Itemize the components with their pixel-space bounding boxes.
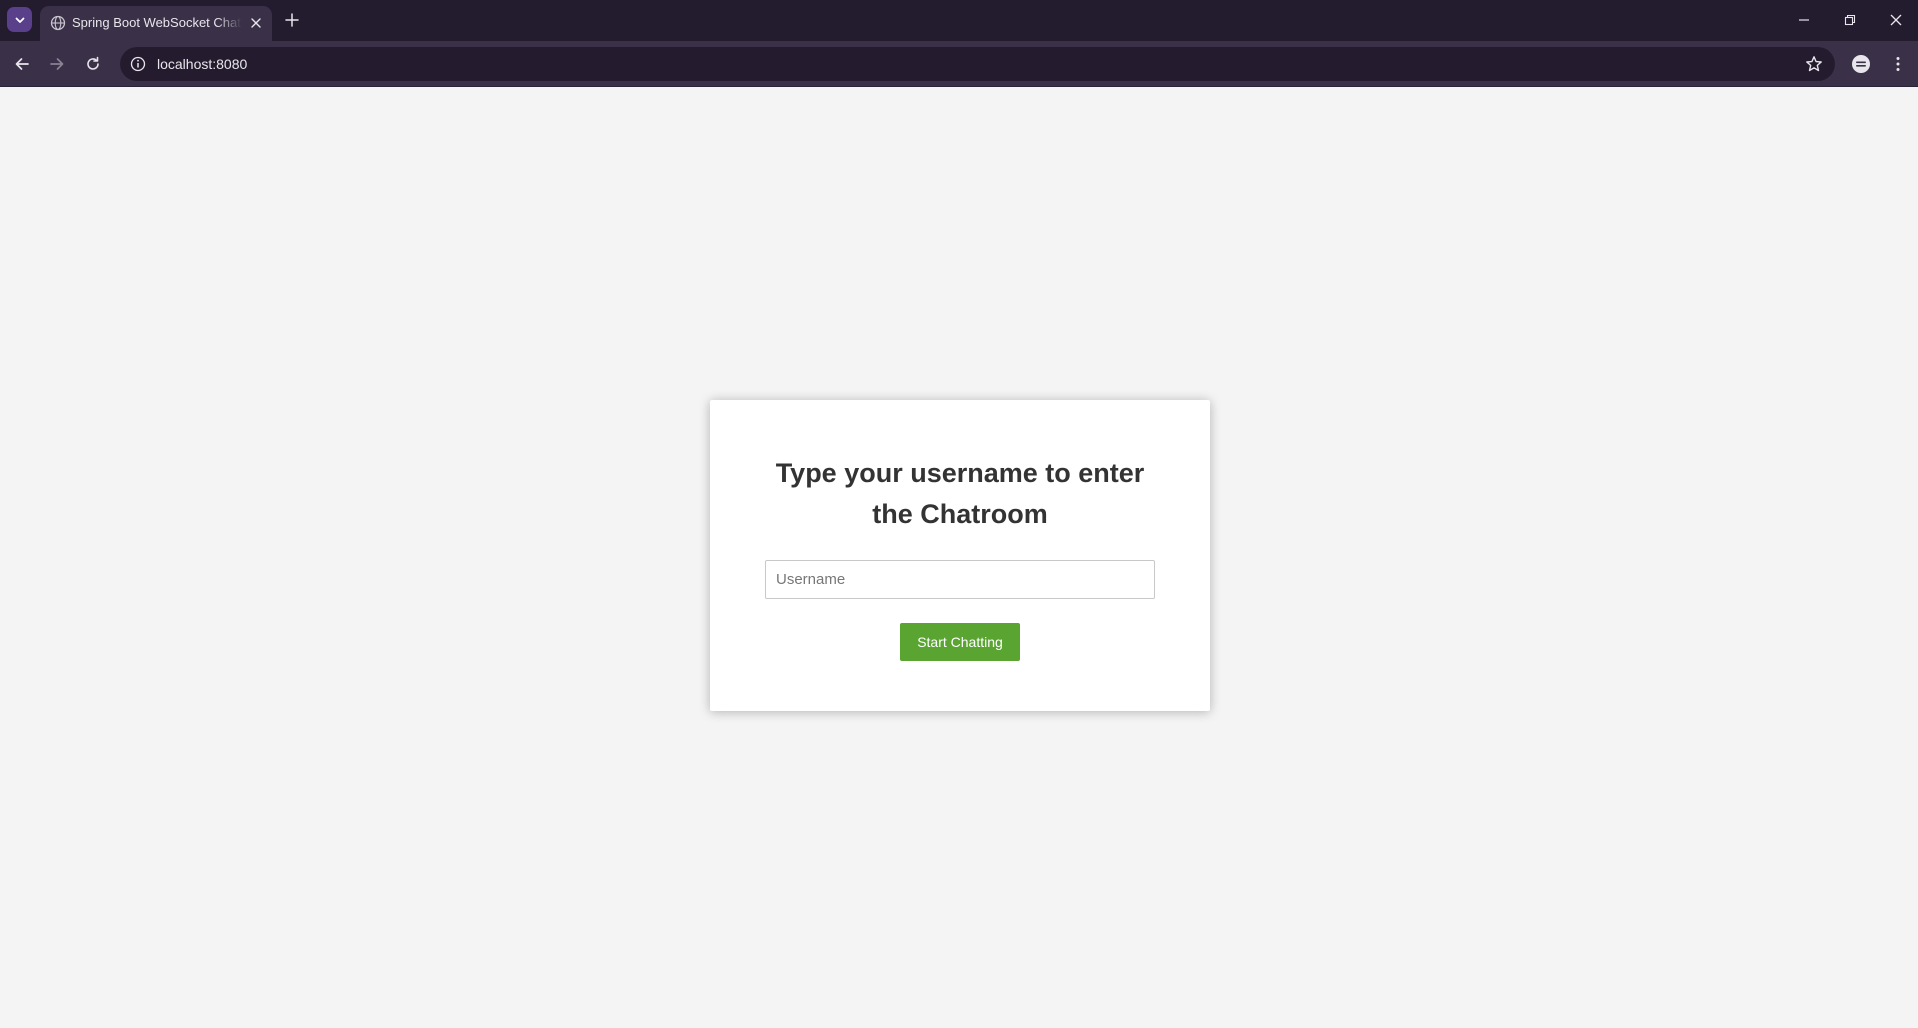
restore-icon: [1844, 14, 1856, 26]
tab-bar: Spring Boot WebSocket Chat Application: [0, 0, 1918, 41]
tab-title: Spring Boot WebSocket Chat Application: [72, 15, 242, 30]
page-viewport: Type your username to enter the Chatroom…: [0, 87, 1918, 1028]
kebab-icon: [1896, 57, 1900, 71]
forward-button[interactable]: [44, 51, 70, 77]
username-card: Type your username to enter the Chatroom…: [710, 400, 1210, 711]
close-window-button[interactable]: [1883, 8, 1909, 32]
arrow-right-icon: [50, 58, 64, 70]
profile-icon[interactable]: [1850, 53, 1872, 75]
chevron-down-icon: [15, 17, 24, 23]
start-chatting-button[interactable]: Start Chatting: [900, 623, 1020, 661]
username-input[interactable]: [765, 560, 1155, 599]
close-icon: [1890, 14, 1902, 26]
tab-search-button[interactable]: [7, 7, 32, 32]
close-icon: [251, 18, 261, 28]
browser-toolbar: localhost:8080: [0, 41, 1918, 87]
globe-icon: [50, 15, 66, 31]
star-icon[interactable]: [1805, 55, 1823, 73]
address-bar[interactable]: localhost:8080: [120, 47, 1835, 81]
restore-button[interactable]: [1837, 8, 1863, 32]
minimize-icon: [1799, 19, 1809, 21]
minimize-button[interactable]: [1791, 8, 1817, 32]
back-button[interactable]: [9, 51, 35, 77]
reload-button[interactable]: [80, 51, 106, 77]
tab-close-button[interactable]: [247, 14, 265, 32]
browser-menu-button[interactable]: [1887, 53, 1909, 75]
arrow-left-icon: [15, 58, 29, 70]
url-text[interactable]: localhost:8080: [157, 56, 247, 72]
plus-icon: [285, 13, 299, 27]
page-title: Type your username to enter the Chatroom: [775, 458, 1145, 529]
new-tab-button[interactable]: [282, 10, 302, 30]
info-icon[interactable]: [130, 56, 146, 72]
browser-tab[interactable]: Spring Boot WebSocket Chat Application: [40, 6, 272, 41]
reload-icon: [87, 56, 99, 70]
